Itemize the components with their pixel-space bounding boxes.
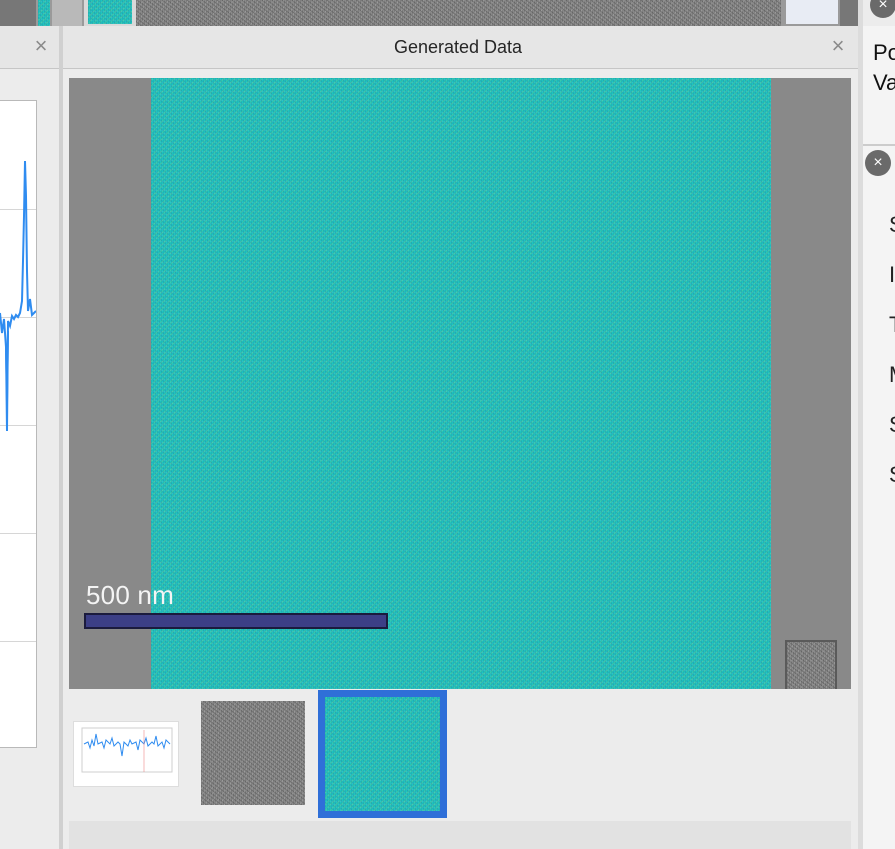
scale-bar-label: 500 nm xyxy=(86,580,174,610)
plot-signal-line xyxy=(0,160,36,432)
generated-data-close-icon[interactable]: × xyxy=(826,34,850,58)
inspector-line-1: Po xyxy=(873,40,895,65)
inspector-item[interactable]: S xyxy=(889,412,895,438)
strip-light-tile xyxy=(52,0,82,26)
strip-plot-thumbnail[interactable] xyxy=(786,0,838,24)
thumbnail-strip xyxy=(69,689,851,821)
strip-noise-image xyxy=(136,0,781,26)
panel-divider[interactable] xyxy=(59,26,63,849)
line-plot-thumbnail[interactable] xyxy=(73,721,179,787)
teal-noise-thumbnail[interactable] xyxy=(318,690,447,818)
bottom-scroll-area[interactable] xyxy=(69,821,851,849)
gray-noise-thumbnail[interactable] xyxy=(201,701,305,805)
thumbnail-plot-lines xyxy=(81,727,173,773)
strip-selected-tile[interactable] xyxy=(84,0,136,26)
inspector-item[interactable]: S xyxy=(889,212,895,238)
inspector-item[interactable]: S xyxy=(889,462,895,488)
inspector-separator xyxy=(863,144,895,146)
inspector-item[interactable]: M xyxy=(889,362,895,388)
navigator-minimap[interactable] xyxy=(785,640,837,692)
left-panel-close-icon[interactable]: × xyxy=(30,34,52,58)
inspector-item[interactable]: T xyxy=(889,312,895,338)
strip-gray-tile xyxy=(0,0,36,26)
inspector-close-icon[interactable]: × xyxy=(865,150,891,176)
top-close-icon[interactable]: × xyxy=(870,0,895,18)
previous-thumbnail-strip xyxy=(0,0,860,26)
panel-title: Generated Data xyxy=(393,37,523,57)
strip-dark-tile xyxy=(840,0,860,26)
inspector-item[interactable]: I xyxy=(889,262,895,288)
left-line-plot[interactable] xyxy=(0,100,37,748)
panel-header: × Generated Data × xyxy=(0,26,858,69)
right-inspector-panel: Po Va × S I T M S S xyxy=(863,26,895,849)
scale-bar xyxy=(84,613,388,629)
inspector-line-2: Va xyxy=(873,70,895,95)
image-viewer[interactable]: 500 nm xyxy=(69,78,851,692)
teal-thumbnail-image xyxy=(325,697,440,811)
strip-teal-edge xyxy=(38,0,50,26)
generated-image[interactable] xyxy=(151,78,771,689)
